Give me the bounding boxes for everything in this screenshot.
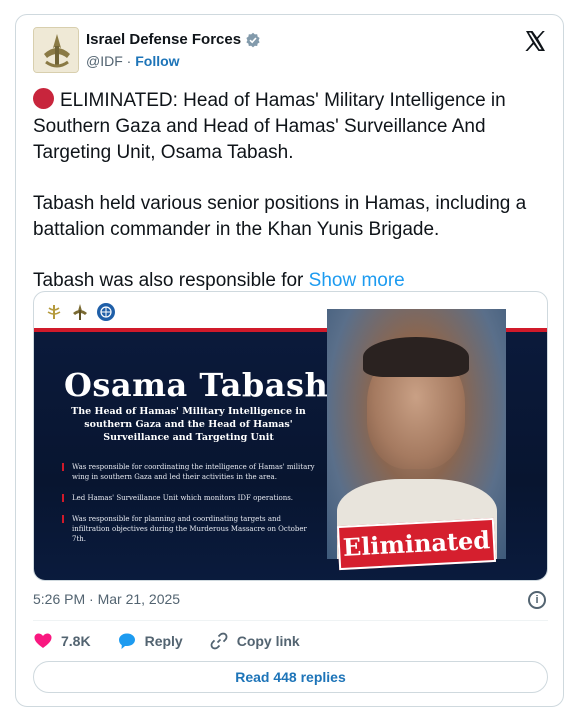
show-more-link[interactable]: Show more — [309, 270, 405, 291]
read-replies-button[interactable]: Read 448 replies — [33, 661, 548, 693]
media-bullet: Was responsible for planning and coordin… — [62, 514, 317, 544]
link-icon — [210, 632, 228, 650]
action-bar: 7.8K Reply Copy link — [33, 631, 300, 651]
media-image[interactable]: Osama Tabash The Head of Hamas' Military… — [33, 291, 548, 581]
media-subtitle: The Head of Hamas' Military Intelligence… — [71, 406, 306, 443]
tweet-paragraph-1: ELIMINATED: Head of Hamas' Military Inte… — [33, 88, 506, 163]
divider — [33, 620, 548, 621]
media-name: Osama Tabash — [64, 366, 329, 404]
x-logo-icon[interactable] — [523, 29, 547, 53]
tweet-timestamp[interactable]: 5:26 PM · Mar 21, 2025 — [33, 591, 180, 607]
logos-row — [44, 302, 116, 322]
author-name-row: Israel Defense Forces — [86, 31, 261, 48]
info-icon[interactable]: i — [528, 591, 546, 609]
tweet-paragraph-2: Tabash held various senior positions in … — [33, 193, 527, 240]
eliminated-stamp: Eliminated — [336, 517, 497, 571]
media-bullet: Led Hamas' Surveillance Unit which monit… — [62, 493, 317, 503]
author-handle[interactable]: @IDF — [86, 53, 123, 69]
copy-link-label: Copy link — [236, 633, 300, 649]
like-count: 7.8K — [61, 633, 91, 649]
portrait-hair — [363, 337, 469, 377]
idf-emblem-icon — [34, 28, 78, 72]
shin-bet-logo-icon — [97, 303, 115, 321]
verified-badge-icon — [246, 32, 260, 47]
reply-bubble-icon — [118, 633, 135, 649]
author-name[interactable]: Israel Defense Forces — [86, 31, 241, 48]
media-bullet: Was responsible for coordinating the int… — [62, 462, 317, 482]
copy-link-button[interactable]: Copy link — [209, 631, 300, 651]
intel-unit-logo-icon — [47, 305, 61, 319]
reply-label: Reply — [144, 633, 183, 649]
separator-dot: · — [126, 53, 132, 69]
tweet-text: ELIMINATED: Head of Hamas' Military Inte… — [33, 88, 553, 294]
media-bullets: Was responsible for coordinating the int… — [62, 462, 317, 555]
reply-button[interactable]: Reply — [117, 631, 183, 651]
avatar[interactable] — [33, 27, 79, 73]
tweet-card: Israel Defense Forces @IDF · Follow ELIM… — [15, 14, 564, 707]
idf-logo-icon — [73, 304, 87, 320]
like-button[interactable]: 7.8K — [33, 631, 91, 651]
handle-row: @IDF · Follow — [86, 53, 180, 69]
follow-button[interactable]: Follow — [135, 53, 179, 69]
heart-icon — [34, 633, 52, 648]
red-circle-icon — [33, 88, 54, 109]
